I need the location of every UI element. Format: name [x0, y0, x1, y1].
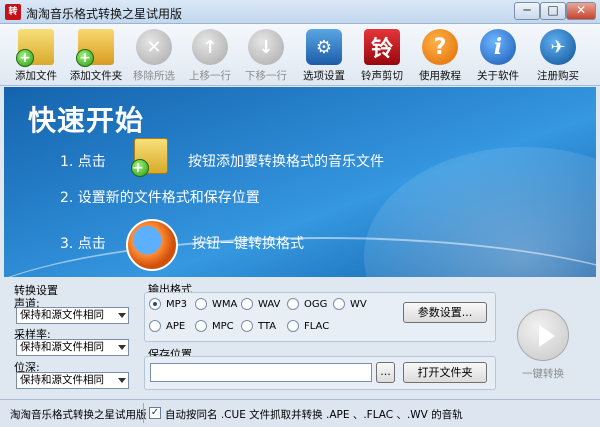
step3-suffix: 按钮一键转换格式 [192, 236, 304, 252]
radio-dot [149, 320, 161, 332]
add-file-button[interactable]: + 添加文件 [2, 27, 70, 85]
channel-select[interactable]: 保持和源文件相同 [16, 307, 129, 324]
format-label: WAV [258, 298, 281, 310]
channel-value: 保持和源文件相同 [20, 309, 104, 321]
format-label: FLAC [304, 320, 330, 332]
radio-dot [287, 298, 299, 310]
format-label: MPC [212, 320, 234, 332]
buy-icon: ✈ [540, 29, 576, 65]
format-radio-mp3[interactable]: MP3 [149, 298, 187, 310]
register-buy-button[interactable]: ✈ 注册购买 [524, 27, 592, 85]
open-folder-button[interactable]: 打开文件夹 [403, 362, 487, 383]
format-radio-flac[interactable]: FLAC [287, 320, 329, 332]
format-radio-ogg[interactable]: OGG [287, 298, 327, 310]
chevron-down-icon [118, 313, 126, 318]
minimize-button[interactable]: ─ [514, 2, 540, 20]
bitdepth-value: 保持和源文件相同 [20, 374, 104, 386]
radio-dot [195, 320, 207, 332]
register-buy-label: 注册购买 [537, 70, 579, 82]
options-icon: ⚙ [306, 29, 342, 65]
banner-title: 快速开始 [28, 104, 145, 137]
step1-suffix: 按钮添加要转换格式的音乐文件 [188, 154, 384, 170]
about-button[interactable]: i 关于软件 [464, 27, 532, 85]
radio-dot [241, 298, 253, 310]
save-path-input[interactable] [150, 363, 372, 382]
format-label: MP3 [166, 298, 188, 310]
chevron-down-icon [118, 345, 126, 350]
step2-text: 2. 设置新的文件格式和保存位置 [60, 190, 260, 206]
add-folder-icon: + [76, 29, 114, 67]
add-file-icon: + [131, 138, 168, 177]
radio-dot [195, 298, 207, 310]
format-radio-wav[interactable]: WAV [241, 298, 280, 310]
move-down-icon: ↓ [248, 29, 284, 65]
ringtone-icon: 铃 [364, 29, 400, 65]
format-radio-ape[interactable]: APE [149, 320, 185, 332]
format-label: WMA [212, 298, 238, 310]
format-label: APE [166, 320, 186, 332]
toolbar: + 添加文件 + 添加文件夹 ✕ 移除所选 ↑ 上移一行 ↓ 下移一行 ⚙ 选项… [0, 24, 600, 86]
window-title: 淘淘音乐格式转换之星试用版 [26, 7, 183, 21]
radio-dot [149, 298, 161, 310]
cue-auto-checkbox[interactable]: ✓ [149, 407, 161, 419]
format-label: TTA [258, 320, 277, 332]
format-radio-mpc[interactable]: MPC [195, 320, 234, 332]
play-icon [539, 325, 555, 347]
samplerate-value: 保持和源文件相同 [20, 341, 104, 353]
format-radio-wv[interactable]: WV [333, 298, 367, 310]
move-up-icon: ↑ [192, 29, 228, 65]
radio-dot [287, 320, 299, 332]
quick-start-banner: 快速开始 1. 点击 + 按钮添加要转换格式的音乐文件 2. 设置新的文件格式和… [4, 87, 596, 277]
add-file-label: 添加文件 [15, 70, 57, 82]
samplerate-select[interactable]: 保持和源文件相同 [16, 339, 129, 356]
maximize-button[interactable]: □ [540, 2, 566, 20]
close-button[interactable]: ✕ [566, 2, 596, 20]
one-click-convert-button[interactable] [517, 309, 569, 361]
format-label: WV [350, 298, 367, 310]
bitdepth-select[interactable]: 保持和源文件相同 [16, 372, 129, 389]
radio-dot [333, 298, 345, 310]
status-text: 淘淘音乐格式转换之星试用版 [10, 409, 147, 421]
step3-prefix: 3. 点击 [60, 236, 106, 252]
convert-icon [126, 219, 178, 271]
add-file-icon: + [16, 29, 54, 67]
params-settings-button[interactable]: 参数设置... [403, 302, 487, 323]
format-radio-tta[interactable]: TTA [241, 320, 276, 332]
about-label: 关于软件 [477, 70, 519, 82]
remove-icon: ✕ [136, 29, 172, 65]
help-icon: ? [422, 29, 458, 65]
radio-dot [241, 320, 253, 332]
browse-button[interactable]: ... [376, 362, 395, 383]
chevron-down-icon [118, 378, 126, 383]
app-icon: 转 [5, 4, 21, 20]
cue-auto-label: 自动按同名 .CUE 文件抓取并转换 .APE 、.FLAC 、.WV 的音轨 [165, 409, 463, 421]
format-label: OGG [304, 298, 328, 310]
status-bar: 淘淘音乐格式转换之星试用版 ✓ 自动按同名 .CUE 文件抓取并转换 .APE … [0, 399, 600, 427]
step1-prefix: 1. 点击 [60, 154, 106, 170]
status-divider [143, 403, 144, 423]
format-radio-wma[interactable]: WMA [195, 298, 237, 310]
one-click-convert-label: 一键转换 [522, 368, 564, 380]
about-icon: i [480, 29, 516, 65]
title-bar: 转 淘淘音乐格式转换之星试用版 ─ □ ✕ [0, 0, 600, 24]
